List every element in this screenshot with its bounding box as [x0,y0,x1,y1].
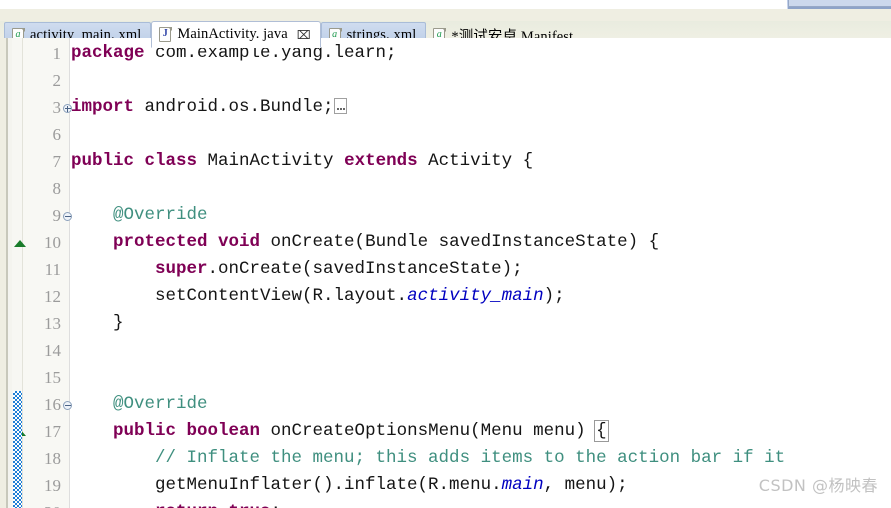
line-number: 19 [44,476,61,495]
code-token: public class [71,151,198,171]
code-line-text[interactable]: public boolean onCreateOptionsMenu(Menu … [71,418,609,445]
code-token: ; [271,502,282,508]
code-line-text[interactable]: super.onCreate(savedInstanceState); [71,256,523,283]
code-line-text[interactable]: protected void onCreate(Bundle savedInst… [71,229,659,256]
line-number: 1 [52,44,62,63]
code-line-text[interactable]: public class MainActivity extends Activi… [71,148,533,175]
code-line[interactable]: 7 public class MainActivity extends Activ… [0,148,891,175]
toolbar-right-panel[interactable] [788,0,891,7]
code-token: , menu); [543,475,628,495]
code-line[interactable]: 12 setContentView(R.layout.activity_main… [0,283,891,310]
code-editor[interactable]: 1 package com.example.yang.learn; 2 3 import… [0,38,891,508]
close-icon[interactable]: ⌧ [297,29,311,41]
code-line[interactable]: 19 getMenuInflater().inflate(R.menu.main… [0,472,891,499]
line-number: 8 [52,179,62,198]
line-number: 6 [52,125,62,144]
matching-brace-highlight: { [594,420,609,442]
code-token: @Override [71,394,208,414]
code-token: .onCreate(savedInstanceState); [207,259,523,279]
line-number: 17 [44,422,61,441]
line-number: 13 [44,314,61,333]
code-token: onCreateOptionsMenu(Menu menu) [260,421,597,441]
code-token: getMenuInflater().inflate(R.menu. [71,475,502,495]
code-token: public boolean [113,421,261,441]
code-line[interactable]: 6 [0,121,891,148]
code-token: main [501,475,544,495]
code-token: import [71,97,135,117]
code-line[interactable]: 17 public boolean onCreateOptionsMenu(Me… [0,418,891,445]
code-line-text[interactable]: import android.os.Bundle; [71,94,347,121]
line-number: 20 [23,499,61,508]
code-line-text[interactable]: @Override [71,391,208,418]
line-number: 3 [52,98,62,117]
code-token: Activity { [417,151,534,171]
code-line[interactable]: 9 @Override [0,202,891,229]
line-number: 11 [44,260,61,279]
code-line[interactable]: 20 return true; [0,499,891,508]
code-token: android.os.Bundle; [134,97,334,117]
change-bar [13,391,22,508]
code-line-text[interactable]: setContentView(R.layout.activity_main); [71,283,565,310]
code-line-text[interactable]: // Inflate the menu; this adds items to … [71,445,785,472]
code-token: } [71,313,124,333]
code-line-text[interactable]: return true; [71,499,281,508]
code-token: super [155,259,208,279]
code-token: @Override [71,205,208,225]
code-line-text[interactable]: } [71,310,124,337]
code-token: protected void [113,232,261,252]
code-line[interactable]: 15 [0,364,891,391]
java-file-icon: J [159,27,173,42]
code-line[interactable]: 13 } [0,310,891,337]
editor-tab-1[interactable]: J MainActivity. java ⌧ [151,21,321,48]
code-token: // Inflate the menu; this adds items to … [71,448,786,468]
code-line[interactable]: 1 package com.example.yang.learn; [0,40,891,67]
code-token: onCreate(Bundle savedInstanceState) { [260,232,660,252]
code-token: activity_main [407,286,544,306]
code-line[interactable]: 3 import android.os.Bundle; [0,94,891,121]
line-number: 9 [52,206,62,225]
collapsed-code-icon[interactable] [333,98,347,114]
file-icon-glyph: J [162,28,168,39]
line-number: 2 [52,71,62,90]
code-token: return true [155,502,271,508]
line-number: 10 [44,233,61,252]
code-line[interactable]: 2 [0,67,891,94]
code-line-text[interactable]: @Override [71,202,208,229]
code-token: package [71,43,145,63]
code-line-text[interactable]: getMenuInflater().inflate(R.menu.main, m… [71,472,628,499]
code-line[interactable]: 11 super.onCreate(savedInstanceState); [0,256,891,283]
line-number: 12 [44,287,61,306]
code-token: extends [344,151,418,171]
line-number: 7 [52,152,62,171]
code-line[interactable]: 16 @Override [0,391,891,418]
line-number: 18 [44,449,61,468]
editor-tab-bar: a activity_main. xml J MainActivity. java ⌧ a… [0,9,891,48]
code-line[interactable]: 18 // Inflate the menu; this adds items … [0,445,891,472]
code-token: ); [543,286,565,306]
csdn-watermark: CSDN @杨映春 [758,476,878,495]
code-line[interactable]: 8 [0,175,891,202]
line-number: 15 [44,368,61,387]
code-line[interactable]: 14 [0,337,891,364]
code-line[interactable]: 10 protected void onCreate(Bundle savedI… [0,229,891,256]
code-token: MainActivity [197,151,345,171]
editor-tab-label: MainActivity. java [177,26,288,42]
eclipse-editor-window: a activity_main. xml J MainActivity. java ⌧ a… [0,0,891,508]
line-number: 16 [44,395,61,414]
code-token: setContentView(R.layout. [71,286,408,306]
line-number: 14 [44,341,61,360]
